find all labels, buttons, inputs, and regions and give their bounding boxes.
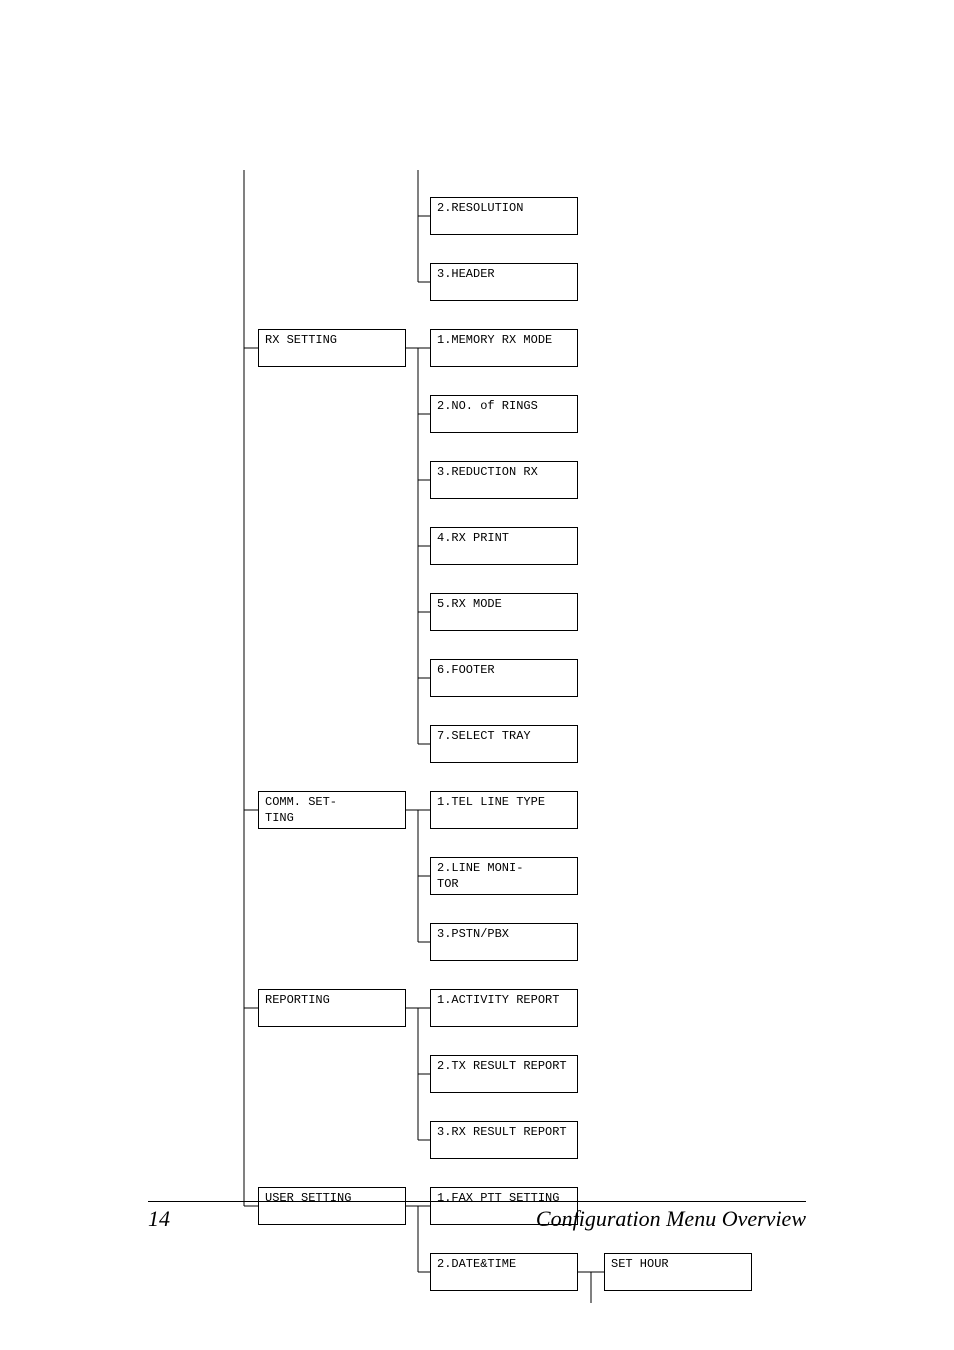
menu-item: 6.FOOTER <box>430 659 578 697</box>
menu-item: 2.TX RESULT REPORT <box>430 1055 578 1093</box>
page-footer: 14 Configuration Menu Overview <box>148 1201 806 1232</box>
menu-item: 2.NO. of RINGS <box>430 395 578 433</box>
menu-category: RX SETTING <box>258 329 406 367</box>
page-number: 14 <box>148 1206 170 1232</box>
section-title: Configuration Menu Overview <box>536 1206 806 1232</box>
menu-item: 2.RESOLUTION <box>430 197 578 235</box>
menu-item: 3.REDUCTION RX <box>430 461 578 499</box>
menu-subitem: SET HOUR <box>604 1253 752 1291</box>
menu-item: 1.ACTIVITY REPORT <box>430 989 578 1027</box>
menu-item: 2.DATE&TIME <box>430 1253 578 1291</box>
menu-item: 5.RX MODE <box>430 593 578 631</box>
menu-item: 3.RX RESULT REPORT <box>430 1121 578 1159</box>
menu-item: 1.TEL LINE TYPE <box>430 791 578 829</box>
menu-item: 7.SELECT TRAY <box>430 725 578 763</box>
menu-item: 3.HEADER <box>430 263 578 301</box>
menu-item: 3.PSTN/PBX <box>430 923 578 961</box>
menu-item: 1.MEMORY RX MODE <box>430 329 578 367</box>
menu-category: COMM. SET- TING <box>258 791 406 829</box>
menu-category: REPORTING <box>258 989 406 1027</box>
menu-item: 4.RX PRINT <box>430 527 578 565</box>
menu-item: 2.LINE MONI- TOR <box>430 857 578 895</box>
